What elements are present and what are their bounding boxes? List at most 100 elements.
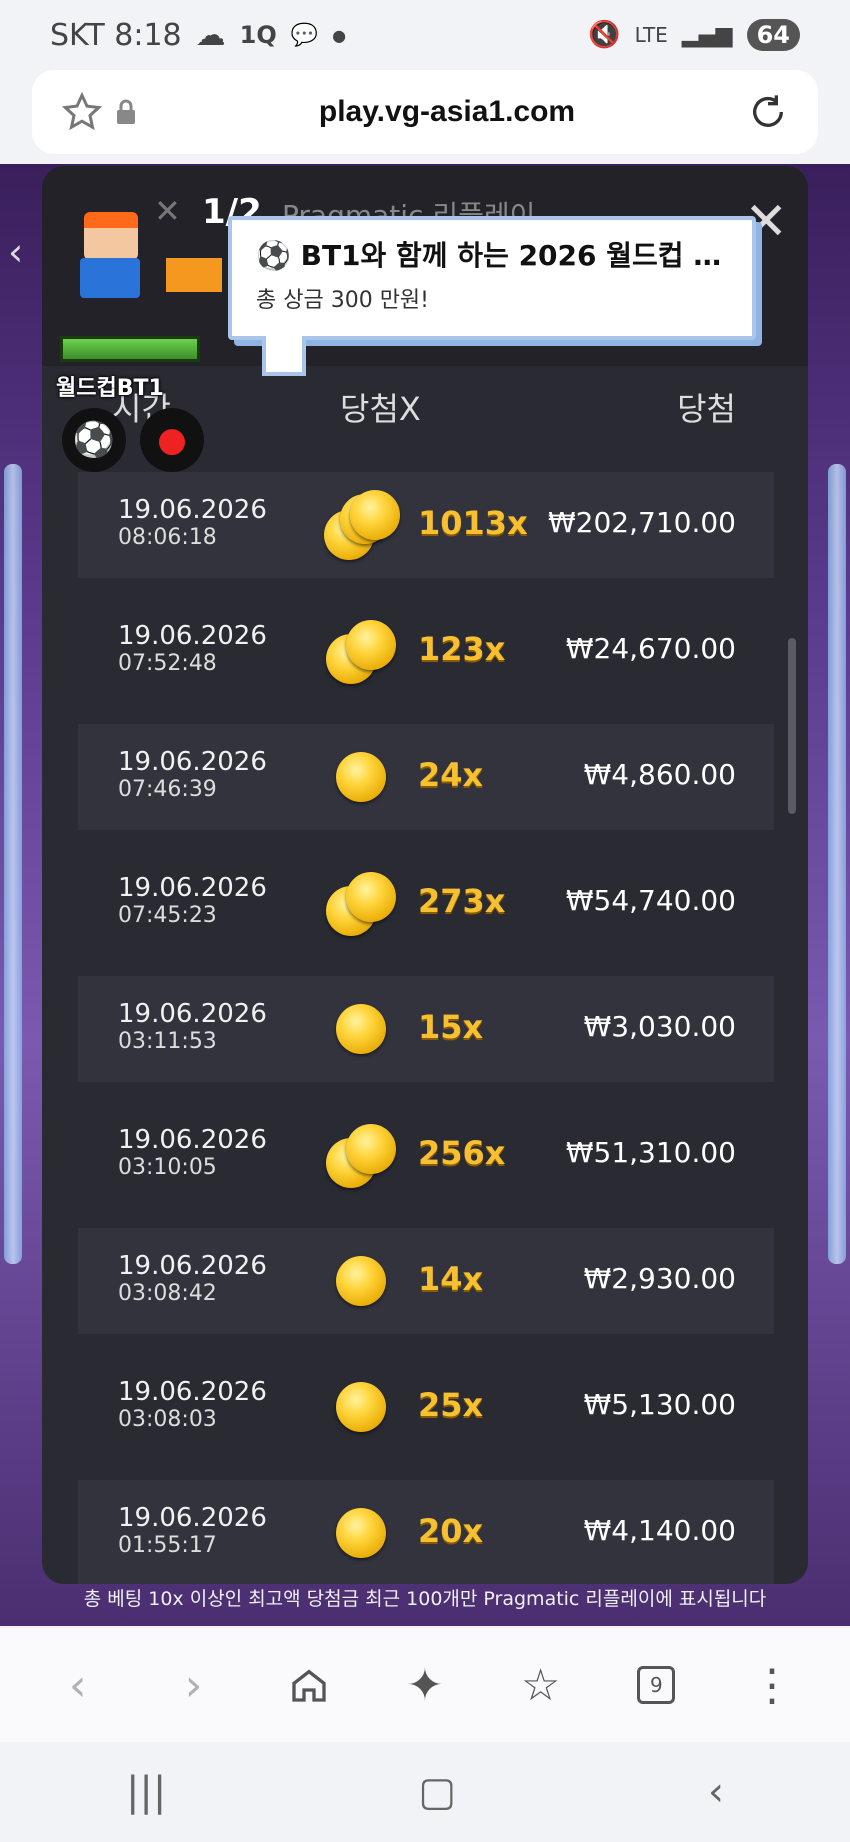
- status-left: SKT 8:18 ☁ 1Q 💬 ●: [50, 18, 346, 53]
- row-datetime: 19.06.2026 01:55:17: [118, 1504, 267, 1560]
- header-multiplier: 당첨X: [340, 390, 421, 428]
- url-text[interactable]: play.vg-asia1.com: [148, 95, 746, 129]
- status-right: 🔇 LTE ▂▄▆ 64: [588, 19, 800, 51]
- dot-icon: ●: [332, 25, 347, 45]
- tabs-icon[interactable]: 9: [621, 1650, 691, 1720]
- replay-row[interactable]: 19.06.2026 03:11:53 15x ₩3,030.00: [78, 976, 774, 1082]
- row-win: ₩5,130.00: [583, 1388, 736, 1421]
- grass-platform: [60, 336, 200, 362]
- row-date: 19.06.2026: [118, 999, 267, 1029]
- header-win: 당첨: [677, 390, 736, 428]
- coins-icon: [324, 1372, 400, 1442]
- row-date: 19.06.2026: [118, 747, 267, 777]
- coins-icon: [324, 994, 400, 1064]
- address-bar[interactable]: play.vg-asia1.com: [32, 70, 818, 154]
- row-multiplier: 256x: [418, 1134, 506, 1172]
- coins-icon: [324, 742, 400, 812]
- row-multiplier: 1013x: [418, 504, 528, 542]
- signal-icon: ▂▄▆: [681, 22, 733, 48]
- replay-list[interactable]: 19.06.2026 08:06:18 1013x ₩202,710.00 19.06.…: [78, 472, 774, 1584]
- row-multiplier: 15x: [418, 1008, 484, 1046]
- row-datetime: 19.06.2026 07:52:48: [118, 622, 267, 678]
- home-button-icon[interactable]: ▢: [418, 1769, 456, 1815]
- row-datetime: 19.06.2026 03:11:53: [118, 1000, 267, 1056]
- home-icon[interactable]: [274, 1650, 344, 1720]
- replay-row[interactable]: 19.06.2026 03:08:42 14x ₩2,930.00: [78, 1228, 774, 1334]
- row-time: 08:06:18: [118, 525, 217, 550]
- row-multiplier: 273x: [418, 882, 506, 920]
- row-date: 19.06.2026: [118, 1251, 267, 1281]
- coins-icon: [324, 616, 400, 686]
- row-date: 19.06.2026: [118, 495, 267, 525]
- bookmark-star-icon[interactable]: [60, 90, 104, 134]
- mascot-head: [84, 212, 138, 260]
- replay-row[interactable]: 19.06.2026 03:08:03 25x ₩5,130.00: [78, 1354, 774, 1460]
- row-date: 19.06.2026: [118, 621, 267, 651]
- row-win: ₩202,710.00: [547, 506, 736, 539]
- replay-row[interactable]: 19.06.2026 07:45:23 273x ₩54,740.00: [78, 850, 774, 956]
- promo-subtitle: 총 상금 300 만원!: [256, 288, 429, 313]
- red-ball-icon[interactable]: ●: [140, 408, 204, 472]
- coin-icon: [336, 1004, 386, 1054]
- chevron-left-icon[interactable]: ‹: [8, 230, 23, 274]
- recents-icon[interactable]: |||: [126, 1769, 166, 1815]
- mute-icon: 🔇: [588, 20, 621, 50]
- row-time: 07:45:23: [118, 903, 217, 928]
- coins-icon: [324, 490, 400, 560]
- row-multiplier: 20x: [418, 1512, 484, 1550]
- mascot-body: [80, 258, 140, 298]
- row-datetime: 19.06.2026 07:45:23: [118, 874, 267, 930]
- row-datetime: 19.06.2026 03:08:42: [118, 1252, 267, 1308]
- row-datetime: 19.06.2026 03:10:05: [118, 1126, 267, 1182]
- coins-icon: [324, 1498, 400, 1568]
- tabs-count: 9: [637, 1666, 676, 1704]
- replay-row[interactable]: 19.06.2026 08:06:18 1013x ₩202,710.00: [78, 472, 774, 578]
- back-icon[interactable]: ‹: [43, 1650, 113, 1720]
- soccer-ball-icon[interactable]: ⚽: [62, 408, 126, 472]
- replay-row[interactable]: 19.06.2026 03:10:05 256x ₩51,310.00: [78, 1102, 774, 1208]
- coins-icon: [324, 868, 400, 938]
- carrier-time: SKT 8:18: [50, 17, 182, 53]
- more-icon[interactable]: ⋮: [737, 1650, 807, 1720]
- coins-icon: [324, 1246, 400, 1316]
- sparkle-icon[interactable]: ✦: [390, 1650, 460, 1720]
- replay-row[interactable]: 19.06.2026 07:52:48 123x ₩24,670.00: [78, 598, 774, 704]
- coin-icon: [336, 1382, 386, 1432]
- promo-bubble[interactable]: ⚽ BT1와 함께 하는 2026 월드컵 그... 총 상금 300 만원!: [228, 216, 756, 340]
- row-datetime: 19.06.2026 08:06:18: [118, 496, 267, 552]
- coin-icon: [336, 752, 386, 802]
- row-win: ₩24,670.00: [565, 632, 736, 665]
- scrollbar[interactable]: [788, 638, 796, 814]
- battery-badge: 64: [746, 19, 800, 51]
- 1q-icon: 1Q: [239, 21, 277, 49]
- row-win: ₩4,140.00: [583, 1514, 736, 1547]
- row-win: ₩51,310.00: [565, 1136, 736, 1169]
- lock-icon: [104, 90, 148, 134]
- status-bar: SKT 8:18 ☁ 1Q 💬 ● 🔇 LTE ▂▄▆ 64: [0, 0, 850, 70]
- replay-row[interactable]: 19.06.2026 07:46:39 24x ₩4,860.00: [78, 724, 774, 830]
- system-back-icon[interactable]: ‹: [708, 1769, 724, 1815]
- background-pillar: [4, 464, 22, 1264]
- forward-icon[interactable]: ›: [159, 1650, 229, 1720]
- row-time: 07:52:48: [118, 651, 217, 676]
- promo-title: ⚽ BT1와 함께 하는 2026 월드컵 그...: [256, 239, 728, 272]
- network-type: LTE: [634, 23, 668, 47]
- row-multiplier: 24x: [418, 756, 484, 794]
- bookmarks-icon[interactable]: ☆: [506, 1650, 576, 1720]
- row-date: 19.06.2026: [118, 1125, 267, 1155]
- bubble-tail: [262, 336, 306, 376]
- reload-icon[interactable]: [746, 90, 790, 134]
- row-win: ₩54,740.00: [565, 884, 736, 917]
- row-multiplier: 123x: [418, 630, 506, 668]
- coin-icon: [336, 1508, 386, 1558]
- row-time: 07:46:39: [118, 777, 217, 802]
- mascot-character[interactable]: [54, 208, 164, 308]
- coin-icon: [346, 620, 396, 670]
- row-time: 03:08:42: [118, 1281, 217, 1306]
- row-time: 03:08:03: [118, 1407, 217, 1432]
- coin-icon: [350, 490, 400, 540]
- replay-row[interactable]: 19.06.2026 01:55:17 20x ₩4,140.00: [78, 1480, 774, 1584]
- row-time: 01:55:17: [118, 1533, 217, 1558]
- orange-tag: [166, 258, 222, 292]
- worldcup-label[interactable]: 월드컵BT1: [56, 370, 164, 402]
